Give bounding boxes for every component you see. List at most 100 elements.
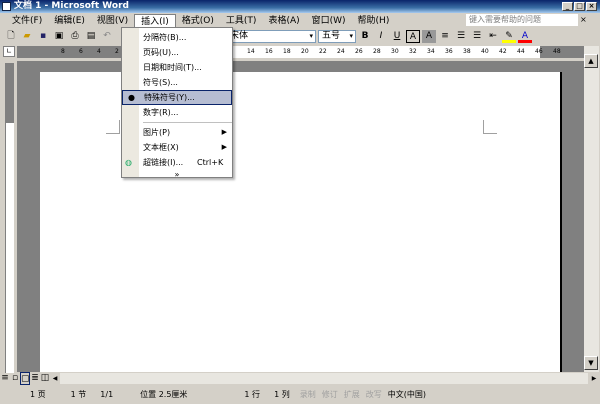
hyperlink-globe-icon: ◍: [125, 158, 132, 167]
permission-icon[interactable]: ▣: [52, 30, 66, 43]
menu-item-special-symbol[interactable]: ● 特殊符号(Y)...: [122, 90, 232, 105]
highlight-icon[interactable]: ✎: [502, 30, 516, 43]
toolbar: 🗋 ▰ ▪ ▣ ⎙ ▤ ↶ 宋体 五号 B I U A A ≡ ☰ ☰ ⇤ ✎ …: [0, 28, 600, 45]
vertical-ruler[interactable]: [5, 63, 14, 373]
word-icon: [2, 2, 11, 11]
ruler-tick: 22: [319, 48, 327, 55]
paste-icon[interactable]: ▤: [84, 30, 98, 43]
font-size-select[interactable]: 五号: [318, 30, 356, 43]
ruler-tick: 26: [355, 48, 363, 55]
menu-item-shortcut: Ctrl+K: [197, 158, 224, 167]
menu-item-label: 特殊符号(Y)...: [144, 93, 195, 102]
ruler-tick: 2: [115, 48, 119, 55]
menu-item-label: 页码(U)...: [143, 48, 179, 57]
bullet-icon: ●: [128, 93, 135, 102]
ruler-tick: 32: [409, 48, 417, 55]
menu-item-break[interactable]: 分隔符(B)...: [122, 30, 232, 45]
crop-mark: [483, 120, 497, 134]
print-icon[interactable]: ⎙: [68, 30, 82, 43]
status-pages: 1/1: [100, 390, 114, 399]
submenu-arrow-icon: ▶: [221, 128, 227, 136]
menu-edit[interactable]: 编辑(E): [48, 14, 91, 28]
ruler-tick: 44: [517, 48, 525, 55]
web-view-icon[interactable]: ▫: [10, 372, 20, 385]
ruler-tick: 14: [247, 48, 255, 55]
ruler-tick: 42: [499, 48, 507, 55]
menu-item-label: 文本框(X): [143, 143, 179, 152]
close-document-button[interactable]: ×: [580, 15, 587, 24]
menu-tools[interactable]: 工具(T): [220, 14, 263, 28]
char-shading-button[interactable]: A: [422, 30, 436, 43]
ruler-tick: 8: [61, 48, 65, 55]
window-title: 文档 1 - Microsoft Word: [14, 1, 129, 11]
ruler-tick: 30: [391, 48, 399, 55]
menu-format[interactable]: 格式(O): [176, 14, 220, 28]
scroll-right-button[interactable]: ▶: [588, 372, 600, 385]
horizontal-scrollbar[interactable]: ≡ ▫ ▢ ≣ ◫ ◀ ▶: [0, 372, 600, 385]
menu-file[interactable]: 文件(F): [6, 14, 48, 28]
normal-view-icon[interactable]: ≡: [0, 372, 10, 385]
vertical-scrollbar[interactable]: ▲ ▼: [584, 46, 599, 372]
document-page[interactable]: [40, 72, 562, 372]
reading-view-icon[interactable]: ◫: [40, 372, 50, 385]
menu-window[interactable]: 窗口(W): [306, 14, 352, 28]
menu-item-date-time[interactable]: 日期和时间(T)...: [122, 60, 232, 75]
title-bar: 文档 1 - Microsoft Word _ □ ×: [0, 0, 600, 13]
status-column: 1 列: [274, 390, 290, 399]
ruler-tick: 20: [301, 48, 309, 55]
numbering-icon[interactable]: ☰: [454, 30, 468, 43]
status-overtype[interactable]: 改写: [363, 389, 385, 400]
maximize-button[interactable]: □: [574, 2, 585, 11]
menu-item-number[interactable]: 数字(R)...: [122, 105, 232, 120]
print-view-icon[interactable]: ▢: [20, 372, 30, 385]
italic-button[interactable]: I: [374, 30, 388, 43]
bold-button[interactable]: B: [358, 30, 372, 43]
menu-insert[interactable]: 插入(I): [134, 13, 176, 28]
menu-item-label: 超链接(I)...: [143, 158, 184, 167]
scroll-left-button[interactable]: ◀: [50, 372, 60, 385]
underline-button[interactable]: U: [390, 30, 404, 43]
status-line: 1 行: [244, 390, 261, 399]
font-select[interactable]: 宋体: [226, 30, 316, 43]
align-center-icon[interactable]: ≡: [438, 30, 452, 43]
ruler-tick: 24: [337, 48, 345, 55]
menu-view[interactable]: 视图(V): [91, 14, 134, 28]
menu-item-page-numbers[interactable]: 页码(U)...: [122, 45, 232, 60]
bullets-icon[interactable]: ☰: [470, 30, 484, 43]
submenu-arrow-icon: ▶: [221, 143, 227, 151]
menu-item-hyperlink[interactable]: ◍ 超链接(I)... Ctrl+K: [122, 155, 232, 170]
ruler-tick: 34: [427, 48, 435, 55]
crop-mark: [106, 120, 120, 134]
outline-view-icon[interactable]: ≣: [30, 372, 40, 385]
menu-item-symbol[interactable]: 符号(S)...: [122, 75, 232, 90]
save-icon[interactable]: ▪: [36, 30, 50, 43]
ruler-tick: 48: [553, 48, 561, 55]
font-color-button[interactable]: A: [518, 30, 532, 43]
undo-icon[interactable]: ↶: [100, 30, 114, 43]
minimize-button[interactable]: _: [562, 2, 573, 11]
horizontal-ruler[interactable]: 8 6 4 2 14 16 18 20 22 24 26 28 30 32 34 36 38 40 42 44 46 48: [17, 46, 584, 58]
status-position: 位置 2.5厘米: [140, 390, 188, 399]
scroll-up-button[interactable]: ▲: [584, 54, 598, 68]
status-extend[interactable]: 扩展: [341, 389, 363, 400]
ruler-tick: 16: [265, 48, 273, 55]
ruler-tick: 40: [481, 48, 489, 55]
scroll-down-button[interactable]: ▼: [584, 356, 598, 370]
char-border-button[interactable]: A: [406, 30, 420, 43]
ruler-tick: 38: [463, 48, 471, 55]
menu-item-picture[interactable]: 图片(P) ▶: [122, 125, 232, 140]
menu-item-label: 数字(R)...: [143, 108, 179, 117]
open-icon[interactable]: ▰: [20, 30, 34, 43]
status-track[interactable]: 修订: [319, 389, 341, 400]
document-area: [17, 61, 584, 372]
menu-help[interactable]: 帮助(H): [352, 14, 396, 28]
tab-stop-selector[interactable]: ∟: [3, 46, 15, 57]
menu-item-text-box[interactable]: 文本框(X) ▶: [122, 140, 232, 155]
help-search-input[interactable]: 键入需要帮助的问题: [466, 14, 578, 26]
close-button[interactable]: ×: [586, 2, 597, 11]
status-record[interactable]: 录制: [297, 389, 319, 400]
menu-table[interactable]: 表格(A): [262, 14, 305, 28]
indent-icon[interactable]: ⇤: [486, 30, 500, 43]
status-page: 1 页: [30, 390, 46, 399]
new-icon[interactable]: 🗋: [4, 30, 18, 43]
